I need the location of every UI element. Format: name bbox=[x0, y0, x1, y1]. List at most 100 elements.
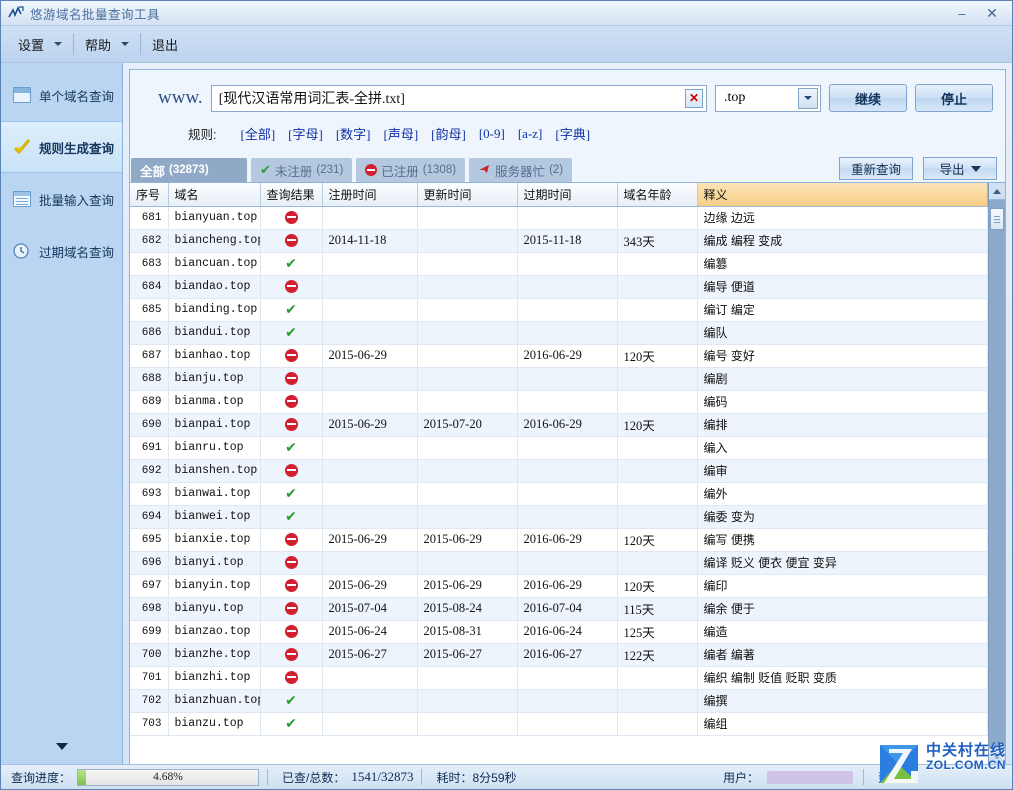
check-mark-icon: ✔ bbox=[260, 252, 323, 276]
cell-updated bbox=[417, 229, 518, 253]
cell-age bbox=[617, 390, 698, 414]
table-row[interactable]: 691 bianru.top ✔ 编入 bbox=[130, 436, 988, 460]
cell-no: 699 bbox=[130, 620, 169, 644]
sidebar-item-rule-query[interactable]: 规则生成查询 bbox=[1, 121, 122, 173]
sidebar-item-batch-query[interactable]: 批量输入查询 bbox=[1, 173, 122, 225]
cell-registered bbox=[322, 367, 418, 391]
no-entry-icon bbox=[365, 164, 378, 176]
tld-select[interactable]: .top bbox=[715, 84, 821, 112]
close-icon[interactable]: ✕ bbox=[685, 88, 703, 108]
cell-registered: 2014-11-18 bbox=[322, 229, 418, 253]
rule-link-a-z[interactable]: [a-z] bbox=[513, 125, 548, 143]
table-row[interactable]: 683 biancuan.top ✔ 编篡 bbox=[130, 252, 988, 276]
cell-expires: 2016-06-29 bbox=[517, 413, 618, 437]
rule-link-all[interactable]: [全部] bbox=[235, 123, 280, 144]
cell-meaning: 编导 便道 bbox=[697, 275, 988, 299]
sidebar-item-expired-query[interactable]: 过期域名查询 bbox=[1, 225, 122, 277]
cell-age bbox=[617, 275, 698, 299]
arrow-up-icon bbox=[993, 188, 1001, 194]
check-mark-icon: ✔ bbox=[260, 712, 323, 736]
cell-registered: 2015-06-24 bbox=[322, 620, 418, 644]
column-header-result[interactable]: 查询结果 bbox=[260, 183, 323, 207]
table-row[interactable]: 682 biancheng.top 2014-11-18 2015-11-18 343天… bbox=[130, 229, 988, 253]
table-row[interactable]: 700 bianzhe.top 2015-06-27 2015-06-27 2016-0… bbox=[130, 643, 988, 667]
cell-domain: bianwei.top bbox=[168, 505, 261, 529]
no-entry-icon bbox=[260, 597, 323, 621]
table-row[interactable]: 684 biandao.top 编导 便道 bbox=[130, 275, 988, 299]
cell-expires bbox=[517, 666, 618, 690]
minimize-button[interactable]: – bbox=[948, 3, 976, 23]
column-header-no[interactable]: 序号 bbox=[130, 183, 169, 207]
table-row[interactable]: 693 bianwai.top ✔ 编外 bbox=[130, 482, 988, 506]
cell-meaning: 编译 贬义 便衣 便宜 变异 bbox=[697, 551, 988, 575]
scrollbar-track[interactable] bbox=[989, 200, 1005, 748]
table-row[interactable]: 688 bianju.top 编剧 bbox=[130, 367, 988, 391]
rule-link-finals[interactable]: [韵母] bbox=[426, 123, 471, 144]
menu-item-help[interactable]: 帮助 bbox=[76, 31, 138, 57]
menu-item-exit[interactable]: 退出 bbox=[143, 31, 187, 57]
tab-unregistered[interactable]: ✔ 未注册 (231) bbox=[251, 158, 353, 182]
table-row[interactable]: 689 bianma.top 编码 bbox=[130, 390, 988, 414]
rule-link-dictionary[interactable]: [字典] bbox=[550, 123, 595, 144]
column-header-meaning[interactable]: 释义 bbox=[697, 183, 988, 207]
table-row[interactable]: 685 bianding.top ✔ 编订 编定 bbox=[130, 298, 988, 322]
close-button[interactable]: ✕ bbox=[978, 3, 1006, 23]
table-row[interactable]: 696 bianyi.top 编译 贬义 便衣 便宜 变异 bbox=[130, 551, 988, 575]
cell-expires: 2016-06-29 bbox=[517, 528, 618, 552]
rule-link-digits[interactable]: [数字] bbox=[331, 123, 376, 144]
rule-link-initials[interactable]: [声母] bbox=[379, 123, 424, 144]
requery-button[interactable]: 重新查询 bbox=[839, 157, 913, 180]
cell-registered bbox=[322, 390, 418, 414]
tab-all[interactable]: 全部 (32873) bbox=[131, 158, 247, 182]
column-header-age[interactable]: 域名年龄 bbox=[617, 183, 698, 207]
table-row[interactable]: 690 bianpai.top 2015-06-29 2015-07-20 2016-0… bbox=[130, 413, 988, 437]
column-header-updated[interactable]: 更新时间 bbox=[417, 183, 518, 207]
table-row[interactable]: 697 bianyin.top 2015-06-29 2015-06-29 2016-0… bbox=[130, 574, 988, 598]
cell-age bbox=[617, 712, 698, 736]
rules-row: 规则: [全部] [字母] [数字] [声母] [韵母] [0-9] [a-z]… bbox=[142, 112, 993, 148]
rule-link-0-9[interactable]: [0-9] bbox=[474, 125, 510, 143]
check-mark-icon bbox=[13, 139, 31, 155]
export-button[interactable]: 导出 bbox=[923, 157, 997, 180]
progress-label: 查询进度： bbox=[11, 770, 72, 785]
table-row[interactable]: 699 bianzao.top 2015-06-24 2015-08-31 2016-0… bbox=[130, 620, 988, 644]
column-header-domain[interactable]: 域名 bbox=[168, 183, 261, 207]
table-row[interactable]: 703 bianzu.top ✔ 编组 bbox=[130, 712, 988, 736]
table-row[interactable]: 692 bianshen.top 编审 bbox=[130, 459, 988, 483]
tab-all-label: 全部 bbox=[140, 164, 166, 179]
cell-expires bbox=[517, 436, 618, 460]
scroll-up-button[interactable] bbox=[989, 183, 1005, 200]
cell-domain: bianding.top bbox=[168, 298, 261, 322]
table-header-row: 序号 域名 查询结果 注册时间 更新时间 过期时间 域名年龄 释义 bbox=[130, 183, 988, 207]
cell-registered: 2015-06-27 bbox=[322, 643, 418, 667]
continue-button[interactable]: 继续 bbox=[829, 84, 907, 112]
table-row[interactable]: 686 biandui.top ✔ 编队 bbox=[130, 321, 988, 345]
table-row[interactable]: 694 bianwei.top ✔ 编委 变为 bbox=[130, 505, 988, 529]
table-row[interactable]: 695 bianxie.top 2015-06-29 2015-06-29 2016-0… bbox=[130, 528, 988, 552]
tab-server-busy[interactable]: 服务器忙 (2) bbox=[469, 158, 573, 182]
cell-domain: bianyi.top bbox=[168, 551, 261, 575]
table-row[interactable]: 681 bianyuan.top 边缘 边远 bbox=[130, 206, 988, 230]
menu-item-settings[interactable]: 设置 bbox=[9, 31, 71, 57]
chevron-down-icon[interactable] bbox=[798, 87, 818, 109]
wordlist-path-input[interactable]: [现代汉语常用词汇表-全拼.txt] ✕ bbox=[210, 84, 707, 112]
cell-updated bbox=[417, 666, 518, 690]
vertical-scrollbar[interactable] bbox=[988, 183, 1005, 765]
no-entry-icon bbox=[260, 344, 323, 368]
tab-registered[interactable]: 已注册 (1308) bbox=[356, 158, 466, 182]
sidebar-collapse-button[interactable] bbox=[1, 742, 122, 754]
cell-domain: bianzhi.top bbox=[168, 666, 261, 690]
sidebar-item-single-query[interactable]: 单个域名查询 bbox=[1, 69, 122, 121]
table-row[interactable]: 687 bianhao.top 2015-06-29 2016-06-29 120天 编号… bbox=[130, 344, 988, 368]
column-header-expires[interactable]: 过期时间 bbox=[517, 183, 618, 207]
scrollbar-thumb[interactable] bbox=[990, 208, 1004, 230]
cell-no: 686 bbox=[130, 321, 169, 345]
table-row[interactable]: 702 bianzhuan.top ✔ 编撰 bbox=[130, 689, 988, 713]
cell-domain: bianhao.top bbox=[168, 344, 261, 368]
stop-button[interactable]: 停止 bbox=[915, 84, 993, 112]
scroll-down-button[interactable] bbox=[989, 748, 1005, 765]
column-header-registered[interactable]: 注册时间 bbox=[322, 183, 418, 207]
table-row[interactable]: 701 bianzhi.top 编织 编制 贬值 贬职 变质 bbox=[130, 666, 988, 690]
table-row[interactable]: 698 bianyu.top 2015-07-04 2015-08-24 2016-07… bbox=[130, 597, 988, 621]
rule-link-letters[interactable]: [字母] bbox=[283, 123, 328, 144]
